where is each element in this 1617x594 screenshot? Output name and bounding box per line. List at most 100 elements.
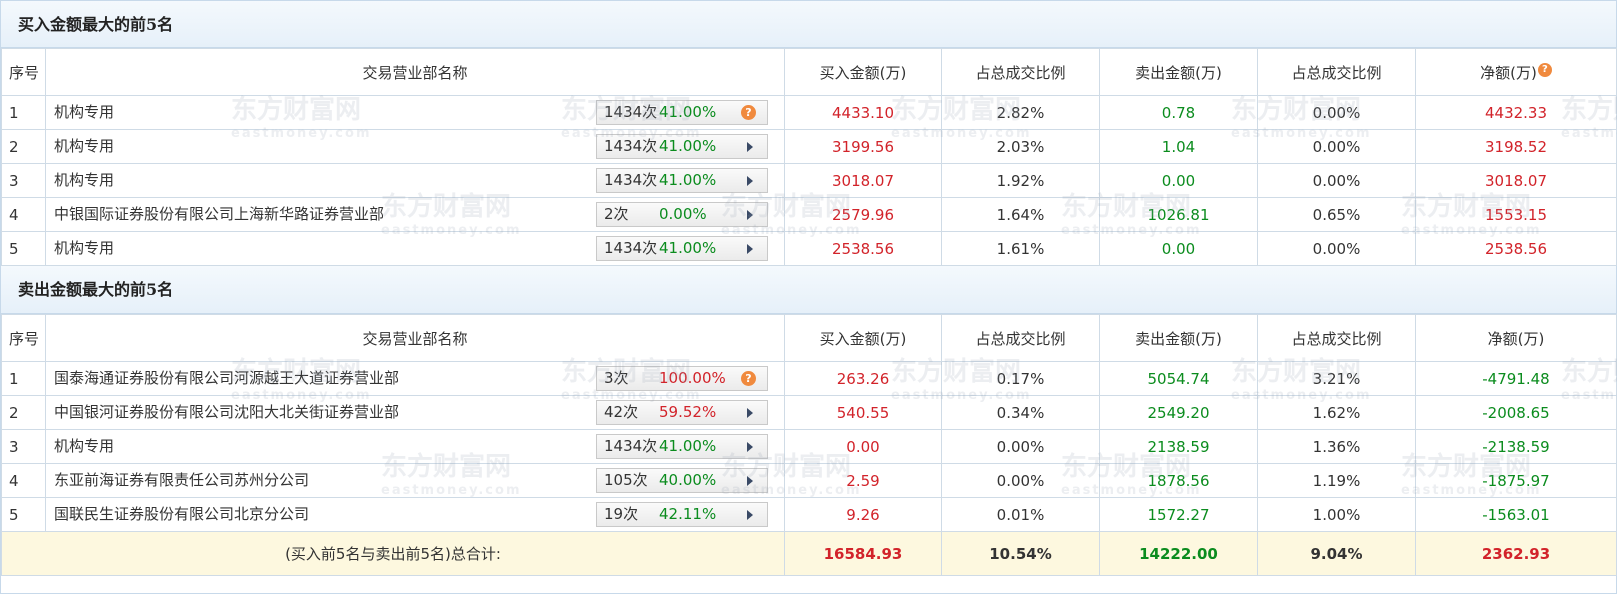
- row-index: 4: [1, 197, 46, 232]
- col-header-buy-amount: 买入金额(万): [784, 48, 942, 96]
- branch-stats-badge[interactable]: 19次 42.11%: [596, 502, 768, 527]
- arrow-right-icon[interactable]: [747, 476, 753, 486]
- listing-count: 42次: [604, 403, 639, 421]
- row-index: 3: [1, 429, 46, 464]
- col-header-sell-ratio: 占总成交比例: [1257, 48, 1416, 96]
- listing-count: 105次: [604, 471, 648, 489]
- sell-ratio: 0.00%: [1257, 129, 1416, 164]
- sell-ratio: 0.00%: [1257, 163, 1416, 198]
- table-row: 4 中银国际证券股份有限公司上海新华路证券营业部 2次 0.00% 2579.96 1.6…: [1, 197, 1617, 232]
- arrow-right-icon[interactable]: [747, 510, 753, 520]
- branch-name[interactable]: 东亚前海证券有限责任公司苏州分公司: [54, 465, 309, 497]
- buy-amount: 2538.56: [784, 231, 942, 266]
- branch-stats-badge[interactable]: 1434次 41.00%: [596, 434, 768, 459]
- branch-cell: 机构专用 1434次 41.00%: [45, 231, 785, 266]
- listing-count: 2次: [604, 205, 629, 223]
- col-header-branch-name: 交易营业部名称: [45, 48, 785, 96]
- sell-table: 序号 交易营业部名称 买入金额(万) 占总成交比例 卖出金额(万) 占总成交比例…: [1, 314, 1617, 576]
- buy-ratio: 2.82%: [941, 95, 1100, 130]
- buy-amount: 3018.07: [784, 163, 942, 198]
- row-index: 5: [1, 231, 46, 266]
- win-rate: 41.00%: [659, 103, 717, 121]
- buy-ratio: 1.92%: [941, 163, 1100, 198]
- net-amount: -1563.01: [1415, 497, 1617, 532]
- question-icon[interactable]: ?: [741, 371, 756, 386]
- sell-amount: 2138.59: [1099, 429, 1258, 464]
- buy-ratio: 0.17%: [941, 361, 1100, 396]
- buy-amount: 3199.56: [784, 129, 942, 164]
- arrow-right-icon[interactable]: [747, 142, 753, 152]
- branch-cell: 机构专用 1434次 41.00%?: [45, 95, 785, 130]
- branch-cell: 中银国际证券股份有限公司上海新华路证券营业部 2次 0.00%: [45, 197, 785, 232]
- branch-stats-badge[interactable]: 1434次 41.00%?: [596, 100, 768, 125]
- branch-name[interactable]: 中银国际证券股份有限公司上海新华路证券营业部: [54, 199, 384, 231]
- branch-name[interactable]: 机构专用: [54, 97, 114, 129]
- branch-stats-badge[interactable]: 2次 0.00%: [596, 202, 768, 227]
- buy-amount: 4433.10: [784, 95, 942, 130]
- listing-count: 1434次: [604, 239, 658, 257]
- buy-ratio: 0.34%: [941, 395, 1100, 430]
- win-rate: 100.00%: [659, 369, 726, 387]
- col-header-sell-ratio: 占总成交比例: [1257, 314, 1416, 362]
- net-amount: 3198.52: [1415, 129, 1617, 164]
- arrow-right-icon[interactable]: [747, 442, 753, 452]
- col-header-branch-name: 交易营业部名称: [45, 314, 785, 362]
- arrow-right-icon[interactable]: [747, 210, 753, 220]
- row-index: 4: [1, 463, 46, 498]
- row-index: 1: [1, 361, 46, 396]
- row-index: 1: [1, 95, 46, 130]
- branch-stats-badge[interactable]: 105次 40.00%: [596, 468, 768, 493]
- buy-amount: 0.00: [784, 429, 942, 464]
- branch-name[interactable]: 国联民生证券股份有限公司北京分公司: [54, 499, 309, 531]
- branch-stats-badge[interactable]: 1434次 41.00%: [596, 134, 768, 159]
- arrow-right-icon[interactable]: [747, 176, 753, 186]
- col-header-index: 序号: [1, 48, 46, 96]
- branch-stats-badge[interactable]: 42次 59.52%: [596, 400, 768, 425]
- total-sell-ratio: 9.04%: [1257, 531, 1416, 576]
- total-buy-ratio: 10.54%: [941, 531, 1100, 576]
- arrow-right-icon[interactable]: [747, 408, 753, 418]
- branch-stats-badge[interactable]: 3次 100.00%?: [596, 366, 768, 391]
- sell-ratio: 1.19%: [1257, 463, 1416, 498]
- sell-ratio: 1.00%: [1257, 497, 1416, 532]
- buy-table: 序号 交易营业部名称 买入金额(万) 占总成交比例 卖出金额(万) 占总成交比例…: [1, 48, 1617, 266]
- branch-stats-badge[interactable]: 1434次 41.00%: [596, 168, 768, 193]
- question-icon[interactable]: ?: [741, 105, 756, 120]
- sell-amount: 1026.81: [1099, 197, 1258, 232]
- branch-name[interactable]: 机构专用: [54, 131, 114, 163]
- buy-ratio: 0.01%: [941, 497, 1100, 532]
- sell-amount: 1878.56: [1099, 463, 1258, 498]
- branch-cell: 机构专用 1434次 41.00%: [45, 429, 785, 464]
- branch-cell: 国泰海通证券股份有限公司河源越王大道证券营业部 3次 100.00%?: [45, 361, 785, 396]
- table-row: 3 机构专用 1434次 41.00% 0.00 0.00% 2138.59 1.36% -21…: [1, 429, 1617, 464]
- sell-amount: 0.00: [1099, 163, 1258, 198]
- net-amount: -4791.48: [1415, 361, 1617, 396]
- arrow-right-icon[interactable]: [747, 244, 753, 254]
- question-icon[interactable]: ?: [1537, 62, 1552, 77]
- branch-name[interactable]: 机构专用: [54, 233, 114, 265]
- col-header-buy-ratio: 占总成交比例: [941, 314, 1100, 362]
- listing-count: 1434次: [604, 437, 658, 455]
- branch-name[interactable]: 机构专用: [54, 431, 114, 463]
- listing-count: 1434次: [604, 103, 658, 121]
- buy-amount: 2579.96: [784, 197, 942, 232]
- buy-amount: 2.59: [784, 463, 942, 498]
- branch-cell: 国联民生证券股份有限公司北京分公司 19次 42.11%: [45, 497, 785, 532]
- buy-ratio: 0.00%: [941, 429, 1100, 464]
- branch-stats-badge[interactable]: 1434次 41.00%: [596, 236, 768, 261]
- listing-count: 1434次: [604, 171, 658, 189]
- sell-amount: 2549.20: [1099, 395, 1258, 430]
- sell-ratio: 0.00%: [1257, 95, 1416, 130]
- net-amount: 1553.15: [1415, 197, 1617, 232]
- win-rate: 41.00%: [659, 137, 717, 155]
- win-rate: 40.00%: [659, 471, 717, 489]
- col-header-buy-ratio: 占总成交比例: [941, 48, 1100, 96]
- buy-ratio: 0.00%: [941, 463, 1100, 498]
- branch-name[interactable]: 中国银河证券股份有限公司沈阳大北关街证券营业部: [54, 397, 399, 429]
- col-header-index: 序号: [1, 314, 46, 362]
- table-row: 2 中国银河证券股份有限公司沈阳大北关街证券营业部 42次 59.52% 540.55 0…: [1, 395, 1617, 430]
- branch-name[interactable]: 国泰海通证券股份有限公司河源越王大道证券营业部: [54, 363, 399, 395]
- sell-ratio: 0.65%: [1257, 197, 1416, 232]
- buy-table-header: 序号 交易营业部名称 买入金额(万) 占总成交比例 卖出金额(万) 占总成交比例…: [1, 48, 1617, 96]
- branch-name[interactable]: 机构专用: [54, 165, 114, 197]
